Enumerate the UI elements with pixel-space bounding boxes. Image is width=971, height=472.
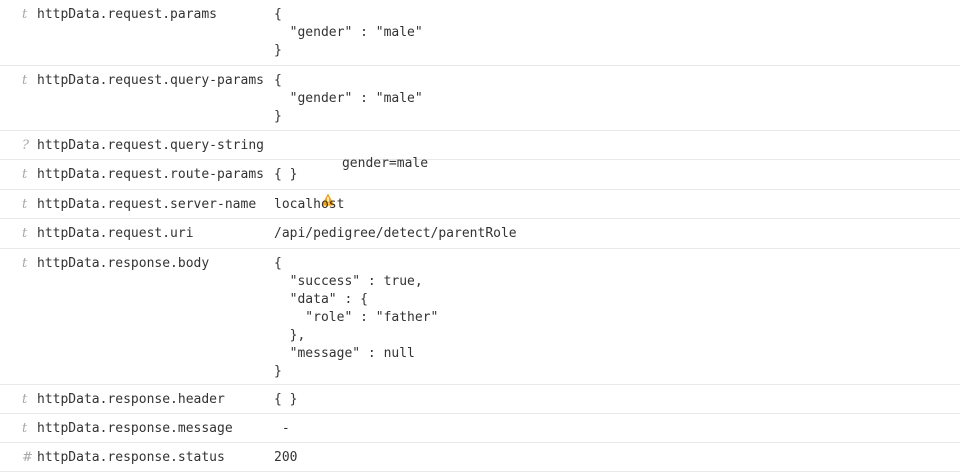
field-value: { "gender" : "male" } bbox=[274, 73, 423, 124]
table-row: t httpData.request.params { "gender" : "… bbox=[0, 0, 960, 66]
text-type-icon: t bbox=[22, 226, 28, 241]
table-row: t httpData.request.server-name localhost bbox=[0, 190, 960, 219]
text-type-icon: t bbox=[22, 197, 28, 212]
field-table: t httpData.request.params { "gender" : "… bbox=[0, 0, 960, 472]
field-name: httpData.request.route-params bbox=[37, 167, 264, 182]
text-type-icon: t bbox=[22, 256, 28, 271]
field-name: httpData.request.uri bbox=[37, 226, 194, 241]
field-name: httpData.response.message bbox=[37, 421, 233, 436]
table-row: # httpData.response.status 200 bbox=[0, 443, 960, 472]
text-type-icon: t bbox=[22, 73, 28, 88]
text-type-icon: t bbox=[22, 392, 28, 407]
table-row: t httpData.response.message - bbox=[0, 414, 960, 443]
field-name: httpData.request.server-name bbox=[37, 197, 257, 212]
text-type-icon: t bbox=[22, 421, 28, 436]
field-name: httpData.request.query-string bbox=[37, 138, 264, 153]
table-row: t httpData.response.body { "success" : t… bbox=[0, 249, 960, 385]
unknown-type-icon: ? bbox=[22, 138, 29, 153]
field-value: - bbox=[274, 421, 290, 436]
field-value: localhost bbox=[274, 197, 345, 212]
field-value: { "success" : true, "data" : { "role" : … bbox=[274, 256, 439, 379]
table-row: t httpData.response.header { } bbox=[0, 385, 960, 414]
field-value: /api/pedigree/detect/parentRole bbox=[274, 226, 517, 241]
field-name: httpData.request.params bbox=[37, 7, 218, 22]
field-value: { "gender" : "male" } bbox=[274, 7, 423, 58]
table-row: t httpData.request.route-params { } bbox=[0, 160, 960, 190]
table-row: t httpData.request.uri /api/pedigree/det… bbox=[0, 219, 960, 249]
field-value: 200 bbox=[274, 450, 298, 465]
field-name: httpData.response.body bbox=[37, 256, 210, 271]
text-type-icon: t bbox=[22, 7, 28, 22]
number-type-icon: # bbox=[22, 450, 33, 465]
field-value: { } bbox=[274, 167, 298, 182]
text-type-icon: t bbox=[22, 167, 28, 182]
field-value: { } bbox=[274, 392, 298, 407]
table-row: t httpData.request.query-params { "gende… bbox=[0, 66, 960, 131]
field-name: httpData.response.header bbox=[37, 392, 225, 407]
field-name: httpData.request.query-params bbox=[37, 73, 264, 88]
table-row: ? httpData.request.query-string gender=m… bbox=[0, 131, 960, 206]
field-name: httpData.response.status bbox=[37, 450, 225, 465]
